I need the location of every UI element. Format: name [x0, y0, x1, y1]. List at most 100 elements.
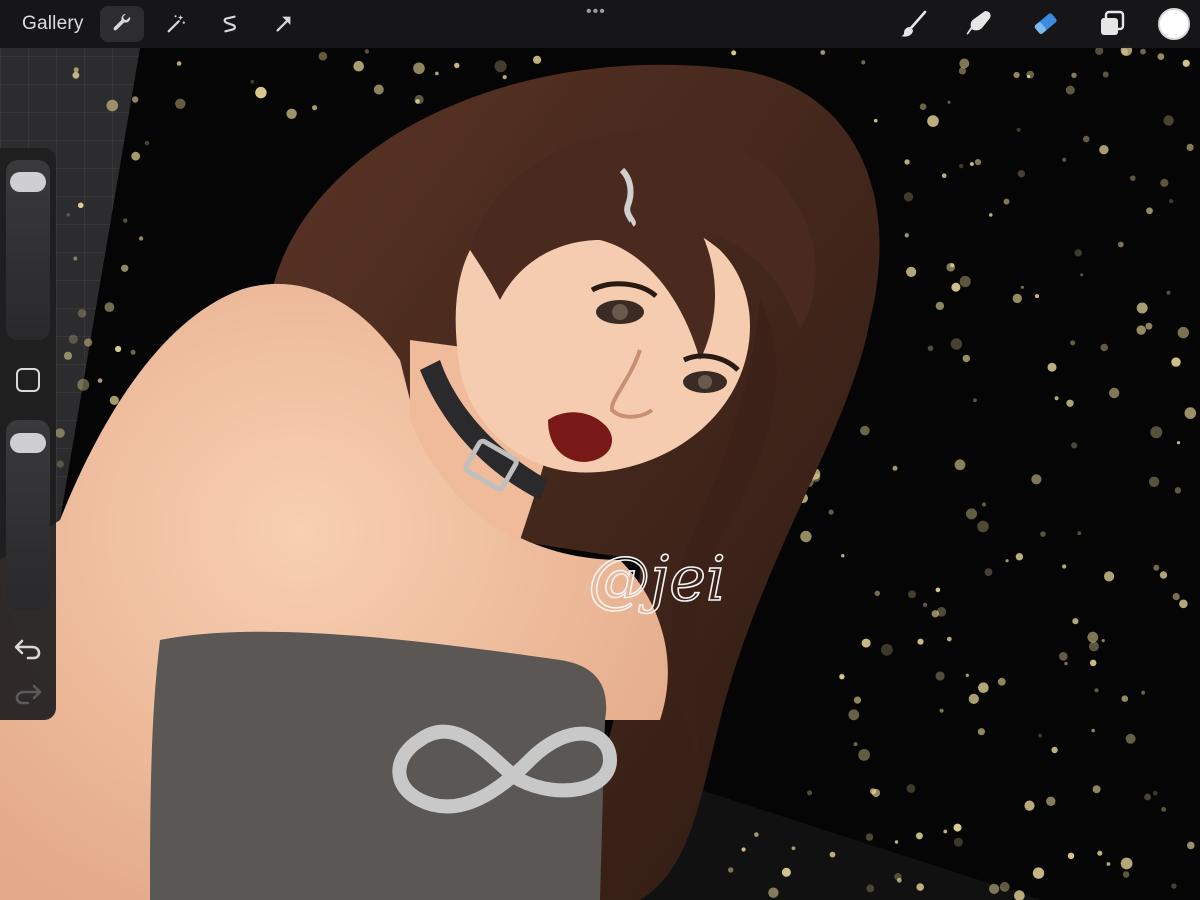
bokeh-dot — [414, 94, 424, 105]
bokeh-dot — [951, 282, 961, 292]
bokeh-dot — [894, 873, 902, 881]
bokeh-dot — [73, 67, 79, 73]
bokeh-dot — [841, 554, 845, 558]
bokeh-dot — [881, 643, 893, 656]
adjustments-button[interactable] — [154, 6, 198, 42]
bokeh-dot — [915, 832, 923, 840]
bokeh-dot — [973, 398, 977, 403]
bokeh-dot — [1038, 733, 1042, 738]
bokeh-dot — [943, 829, 948, 834]
bokeh-dot — [1015, 553, 1024, 561]
bokeh-dot — [1102, 71, 1109, 78]
brush-button[interactable] — [892, 6, 936, 42]
bokeh-dot — [1062, 564, 1067, 569]
bokeh-dot — [1062, 157, 1067, 162]
right-tool-group — [870, 0, 1190, 48]
bokeh-dot — [1159, 571, 1168, 579]
bokeh-dot — [1024, 800, 1035, 811]
layers-icon — [1101, 10, 1125, 35]
bokeh-dot — [1140, 48, 1146, 55]
bokeh-dot — [1171, 357, 1181, 367]
bokeh-dot — [1074, 249, 1082, 257]
bokeh-dot — [997, 677, 1006, 686]
bokeh-dot — [927, 115, 939, 127]
bokeh-dot — [1012, 293, 1022, 304]
bokeh-dot — [873, 118, 878, 123]
redo-button[interactable] — [12, 680, 44, 706]
bokeh-dot — [906, 784, 916, 793]
bokeh-dot — [106, 99, 119, 112]
brush-size-thumb[interactable] — [10, 171, 46, 192]
selection-button[interactable] — [208, 6, 252, 42]
bokeh-dot — [1031, 474, 1042, 485]
bokeh-dot — [1182, 59, 1190, 67]
bokeh-dot — [1104, 571, 1115, 582]
selection-s-icon — [223, 15, 236, 33]
eraser-button[interactable] — [1024, 6, 1068, 42]
bokeh-dot — [981, 502, 987, 507]
gallery-button[interactable]: Gallery — [20, 9, 86, 39]
bokeh-dot — [1094, 688, 1099, 693]
bokeh-dot — [1169, 199, 1174, 204]
bokeh-dot — [947, 100, 951, 104]
artwork-canvas[interactable]: @jei — [0, 0, 1200, 900]
modify-button[interactable] — [16, 368, 40, 392]
eraser-icon — [1034, 13, 1057, 34]
bokeh-dot — [927, 345, 934, 352]
actions-button[interactable] — [99, 6, 144, 42]
bokeh-dot — [959, 163, 964, 169]
bokeh-dot — [138, 236, 144, 241]
color-swatch[interactable] — [1158, 8, 1190, 40]
brush-icon — [901, 10, 927, 37]
bokeh-dot — [77, 378, 90, 391]
bokeh-dot — [935, 301, 945, 311]
bokeh-dot — [861, 638, 871, 648]
bokeh-dot — [1144, 793, 1151, 801]
bokeh-dot — [1035, 294, 1039, 299]
bokeh-dot — [1046, 796, 1056, 806]
bokeh-dot — [1171, 883, 1177, 889]
bokeh-dot — [1141, 690, 1146, 695]
smudge-button[interactable] — [958, 6, 1002, 42]
bokeh-dot — [1027, 74, 1031, 79]
bokeh-dot — [1082, 135, 1090, 143]
bokeh-dot — [828, 509, 834, 515]
bokeh-dot — [1064, 661, 1068, 666]
bokeh-dot — [1067, 852, 1075, 859]
bokeh-dot — [978, 682, 989, 693]
bokeh-dot — [820, 50, 826, 55]
bokeh-dot — [904, 233, 909, 238]
transform-button[interactable] — [262, 6, 306, 42]
bokeh-dot — [104, 302, 115, 312]
undo-button[interactable] — [12, 635, 44, 661]
bokeh-dot — [435, 71, 439, 76]
bokeh-dot — [1077, 531, 1082, 536]
bokeh-dot — [121, 264, 129, 272]
bokeh-dot — [1160, 178, 1169, 187]
bokeh-dot — [1163, 115, 1174, 126]
more-menu-handle[interactable]: ••• — [586, 4, 606, 20]
bokeh-dot — [1187, 841, 1195, 850]
layers-button[interactable] — [1090, 6, 1134, 42]
bokeh-dot — [1071, 72, 1077, 79]
bokeh-dot — [353, 60, 365, 72]
opacity-slider[interactable] — [6, 420, 50, 610]
bokeh-dot — [953, 837, 963, 847]
bokeh-dot — [1177, 326, 1190, 339]
bokeh-dot — [977, 728, 986, 736]
bokeh-dot — [1166, 290, 1171, 295]
opacity-thumb[interactable] — [10, 433, 46, 454]
bokeh-dot — [1179, 599, 1188, 609]
bokeh-dot — [965, 673, 969, 677]
canvas-area[interactable]: @jei — [0, 0, 1200, 900]
bokeh-dot — [1003, 198, 1010, 205]
bokeh-dot — [55, 428, 65, 438]
bokeh-dot — [1148, 476, 1160, 487]
bokeh-dot — [906, 266, 917, 277]
brush-size-slider[interactable] — [6, 160, 50, 340]
bokeh-dot — [364, 49, 370, 54]
bokeh-dot — [1117, 241, 1124, 248]
bokeh-dot — [968, 693, 979, 705]
bokeh-dot — [1174, 487, 1182, 494]
bokeh-dot — [77, 202, 84, 209]
